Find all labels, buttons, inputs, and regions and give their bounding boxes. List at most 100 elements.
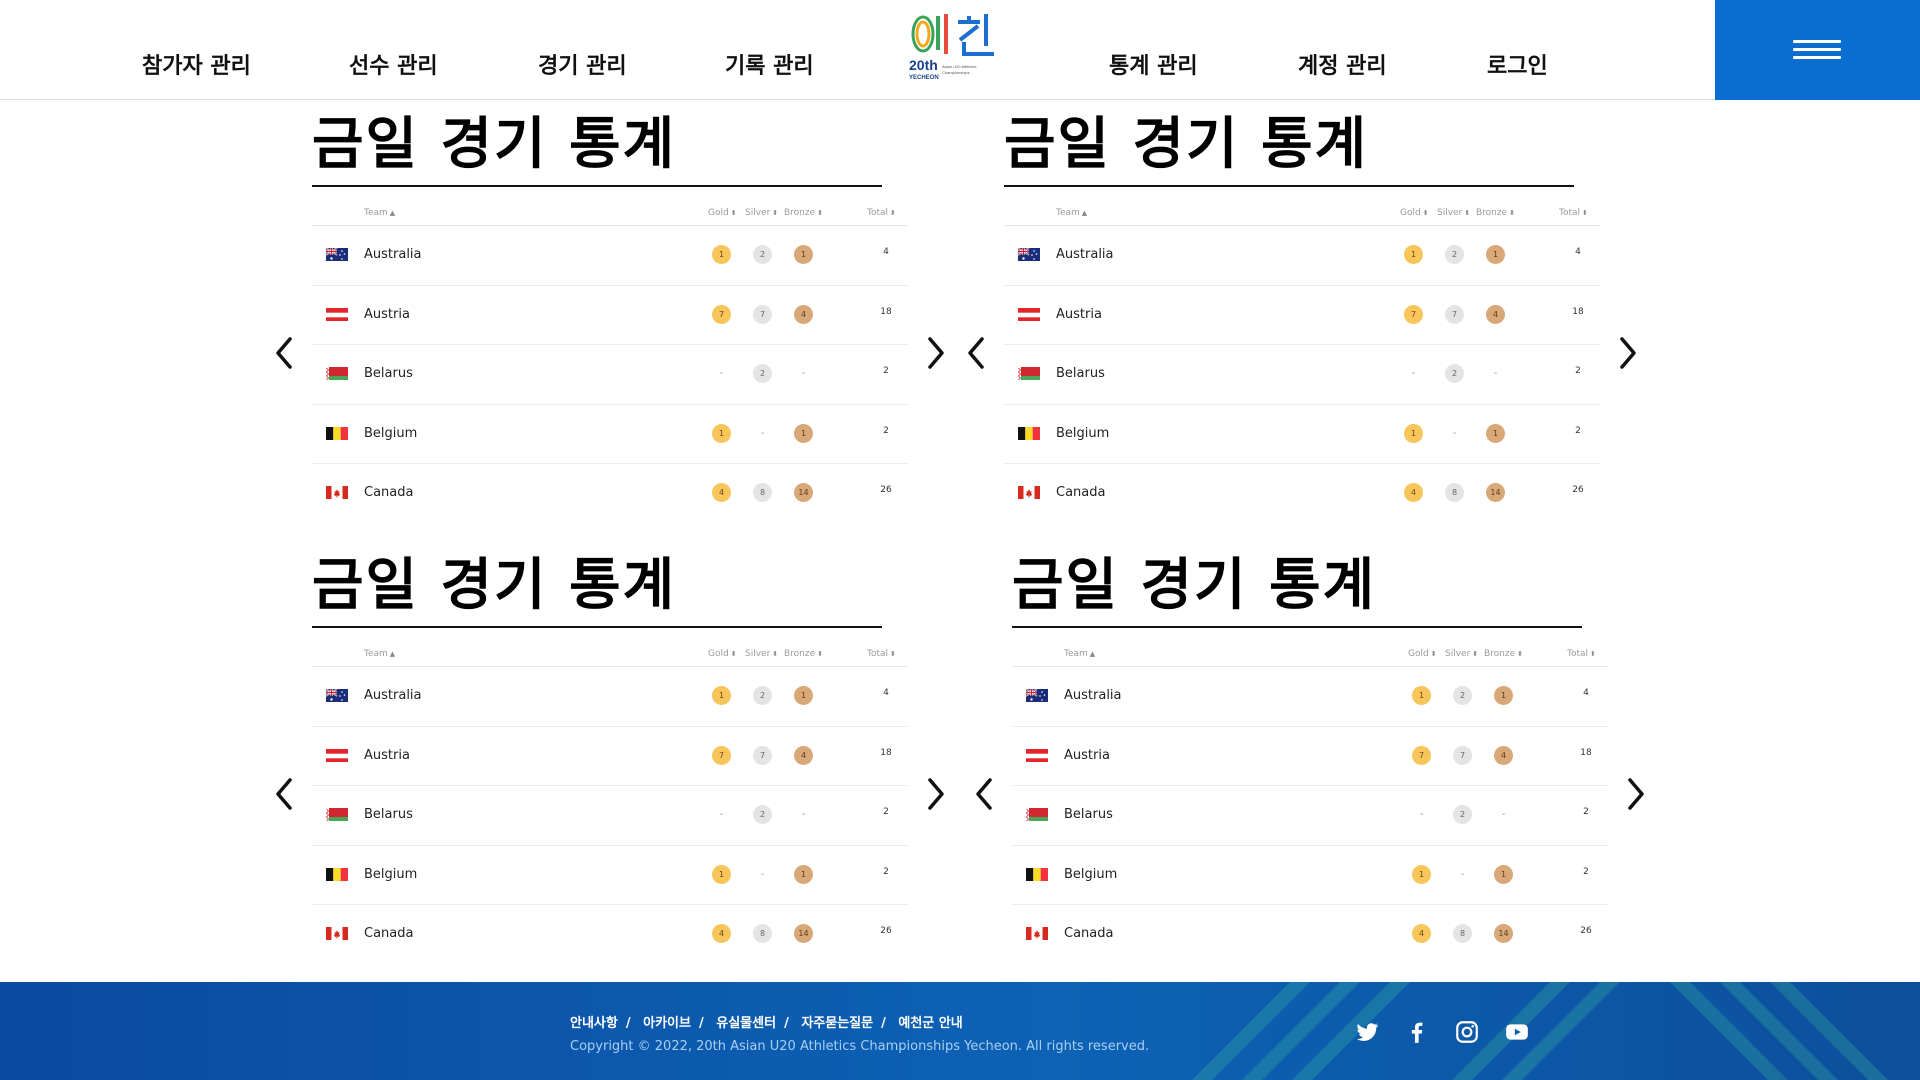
gold-count: 1 (1404, 423, 1423, 443)
bronze-count: 1 (1486, 423, 1505, 443)
silver-count: 8 (753, 924, 772, 943)
header-total[interactable]: Total ⬍ (1567, 649, 1596, 659)
panel-title: 금일 경기 통계 (312, 112, 677, 177)
nav-participants[interactable]: 참가자 관리 (142, 48, 251, 80)
team-name: Australia (1056, 247, 1114, 262)
youtube-icon[interactable] (1504, 1019, 1530, 1045)
facebook-icon[interactable] (1404, 1019, 1430, 1045)
australia-flag-icon (326, 247, 348, 261)
table-row[interactable]: Belarus - 2 - 2 (312, 786, 908, 846)
table-header: Team ▲ Gold ⬍ Silver ⬍ Bronze ⬍ Total ⬍ (1004, 202, 1600, 226)
silver-count: 7 (1445, 304, 1464, 324)
bronze-count: 1 (794, 864, 813, 884)
chevron-right-icon[interactable] (920, 774, 950, 814)
header-gold[interactable]: Gold ⬍ (1400, 208, 1429, 218)
table-row[interactable]: Australia 1 2 1 4 (312, 226, 908, 286)
table-row[interactable]: Canada 4 8 14 26 (312, 905, 908, 965)
chevron-left-icon[interactable] (970, 774, 1000, 814)
header-silver[interactable]: Silver ⬍ (1437, 208, 1470, 218)
total-count: 2 (1583, 866, 1589, 877)
team-name: Austria (364, 306, 410, 322)
bronze-count: 1 (1494, 864, 1513, 884)
total-count: 4 (883, 247, 889, 257)
header-total[interactable]: Total ⬍ (867, 649, 896, 659)
header-total[interactable]: Total ⬍ (1559, 208, 1588, 218)
sort-icon: ⬍ (1422, 209, 1429, 217)
table-row[interactable]: Australia 1 2 1 4 (312, 667, 908, 727)
nav-accounts[interactable]: 계정 관리 (1298, 48, 1387, 80)
header-team[interactable]: Team ▲ (364, 208, 395, 218)
header-silver[interactable]: Silver ⬍ (745, 649, 778, 659)
header-gold[interactable]: Gold ⬍ (708, 208, 737, 218)
header-gold[interactable]: Gold ⬍ (1408, 649, 1437, 659)
table-row[interactable]: Belgium 1 - 1 2 (1004, 405, 1600, 464)
nav-statistics[interactable]: 통계 관리 (1109, 48, 1198, 80)
hamburger-menu-button[interactable] (1715, 0, 1920, 100)
sort-icon: ⬍ (817, 650, 824, 658)
table-row[interactable]: Belgium 1 - 1 2 (1012, 846, 1608, 905)
total-count: 2 (883, 807, 889, 817)
header-bronze[interactable]: Bronze ⬍ (784, 649, 823, 659)
table-row[interactable]: Belgium 1 - 1 2 (312, 405, 908, 464)
belarus-flag-icon (326, 366, 348, 380)
team-name: Canada (364, 485, 414, 500)
table-row[interactable]: Austria 7 7 4 18 (312, 727, 908, 786)
nav-athletes[interactable]: 선수 관리 (349, 48, 438, 80)
footer-pattern-graphic (1192, 982, 1888, 1080)
medal-table: Team ▲ Gold ⬍ Silver ⬍ Bronze ⬍ Total ⬍ Australia 1… (312, 643, 908, 965)
table-row[interactable]: Belarus - 2 - 2 (1012, 786, 1608, 846)
footer-link-yecheon-info[interactable]: 예천군 안내 (898, 1016, 962, 1031)
bronze-count: 4 (794, 304, 813, 324)
silver-count: 7 (753, 745, 772, 765)
table-row[interactable]: Austria 7 7 4 18 (1004, 286, 1600, 345)
footer-link-archive[interactable]: 아카이브 (643, 1016, 691, 1031)
yecheon-logo[interactable]: 20th YECHEON Asian U20 Athletics Champio… (908, 12, 1012, 81)
table-row[interactable]: Canada 4 8 14 26 (1012, 905, 1608, 965)
footer-link-faq[interactable]: 자주묻는질문 (801, 1016, 873, 1031)
sort-icon: ⬍ (772, 209, 779, 217)
total-count: 26 (1572, 485, 1584, 495)
table-row[interactable]: Canada 4 8 14 26 (312, 464, 908, 524)
header-bronze[interactable]: Bronze ⬍ (1476, 208, 1515, 218)
nav-records[interactable]: 기록 관리 (725, 48, 814, 80)
table-row[interactable]: Belgium 1 - 1 2 (312, 846, 908, 905)
nav-login[interactable]: 로그인 (1487, 48, 1548, 80)
table-row[interactable]: Belarus - 2 - 2 (1004, 345, 1600, 405)
site-footer: 안내사항 / 아카이브 / 유실물센터 / 자주묻는질문 / 예천군 안내 Copyri… (0, 982, 1920, 1080)
table-row[interactable]: Australia 1 2 1 4 (1004, 226, 1600, 286)
header-team[interactable]: Team ▲ (364, 649, 395, 659)
table-row[interactable]: Canada 4 8 14 26 (1004, 464, 1600, 524)
footer-link-notice[interactable]: 안내사항 (570, 1016, 618, 1031)
nav-competitions[interactable]: 경기 관리 (538, 48, 627, 80)
header-total[interactable]: Total ⬍ (867, 208, 896, 218)
footer-link-lost-found[interactable]: 유실물센터 (716, 1016, 776, 1031)
svg-text:Championships: Championships (942, 70, 970, 75)
chevron-right-icon[interactable] (1612, 333, 1642, 373)
bronze-count: 4 (1494, 745, 1513, 765)
table-row[interactable]: Belarus - 2 - 2 (312, 345, 908, 405)
gold-count: - (1419, 809, 1424, 820)
twitter-icon[interactable] (1354, 1019, 1380, 1045)
table-row[interactable]: Austria 7 7 4 18 (312, 286, 908, 345)
header-silver[interactable]: Silver ⬍ (1445, 649, 1478, 659)
header-gold[interactable]: Gold ⬍ (708, 649, 737, 659)
bronze-count: 1 (1494, 686, 1513, 705)
silver-count: 2 (1453, 686, 1472, 705)
header-bronze[interactable]: Bronze ⬍ (784, 208, 823, 218)
header-bronze[interactable]: Bronze ⬍ (1484, 649, 1523, 659)
header-team[interactable]: Team ▲ (1064, 649, 1095, 659)
chevron-right-icon[interactable] (920, 333, 950, 373)
header-silver[interactable]: Silver ⬍ (745, 208, 778, 218)
bronze-count: 1 (794, 423, 813, 443)
bronze-count: - (1501, 809, 1506, 820)
table-row[interactable]: Australia 1 2 1 4 (1012, 667, 1608, 727)
header-team[interactable]: Team ▲ (1056, 208, 1087, 218)
chevron-left-icon[interactable] (962, 333, 992, 373)
chevron-right-icon[interactable] (1620, 774, 1650, 814)
chevron-left-icon[interactable] (270, 774, 300, 814)
table-row[interactable]: Austria 7 7 4 18 (1012, 727, 1608, 786)
canada-flag-icon (326, 485, 348, 499)
chevron-left-icon[interactable] (270, 333, 300, 373)
total-count: 18 (1572, 306, 1584, 317)
instagram-icon[interactable] (1454, 1019, 1480, 1045)
